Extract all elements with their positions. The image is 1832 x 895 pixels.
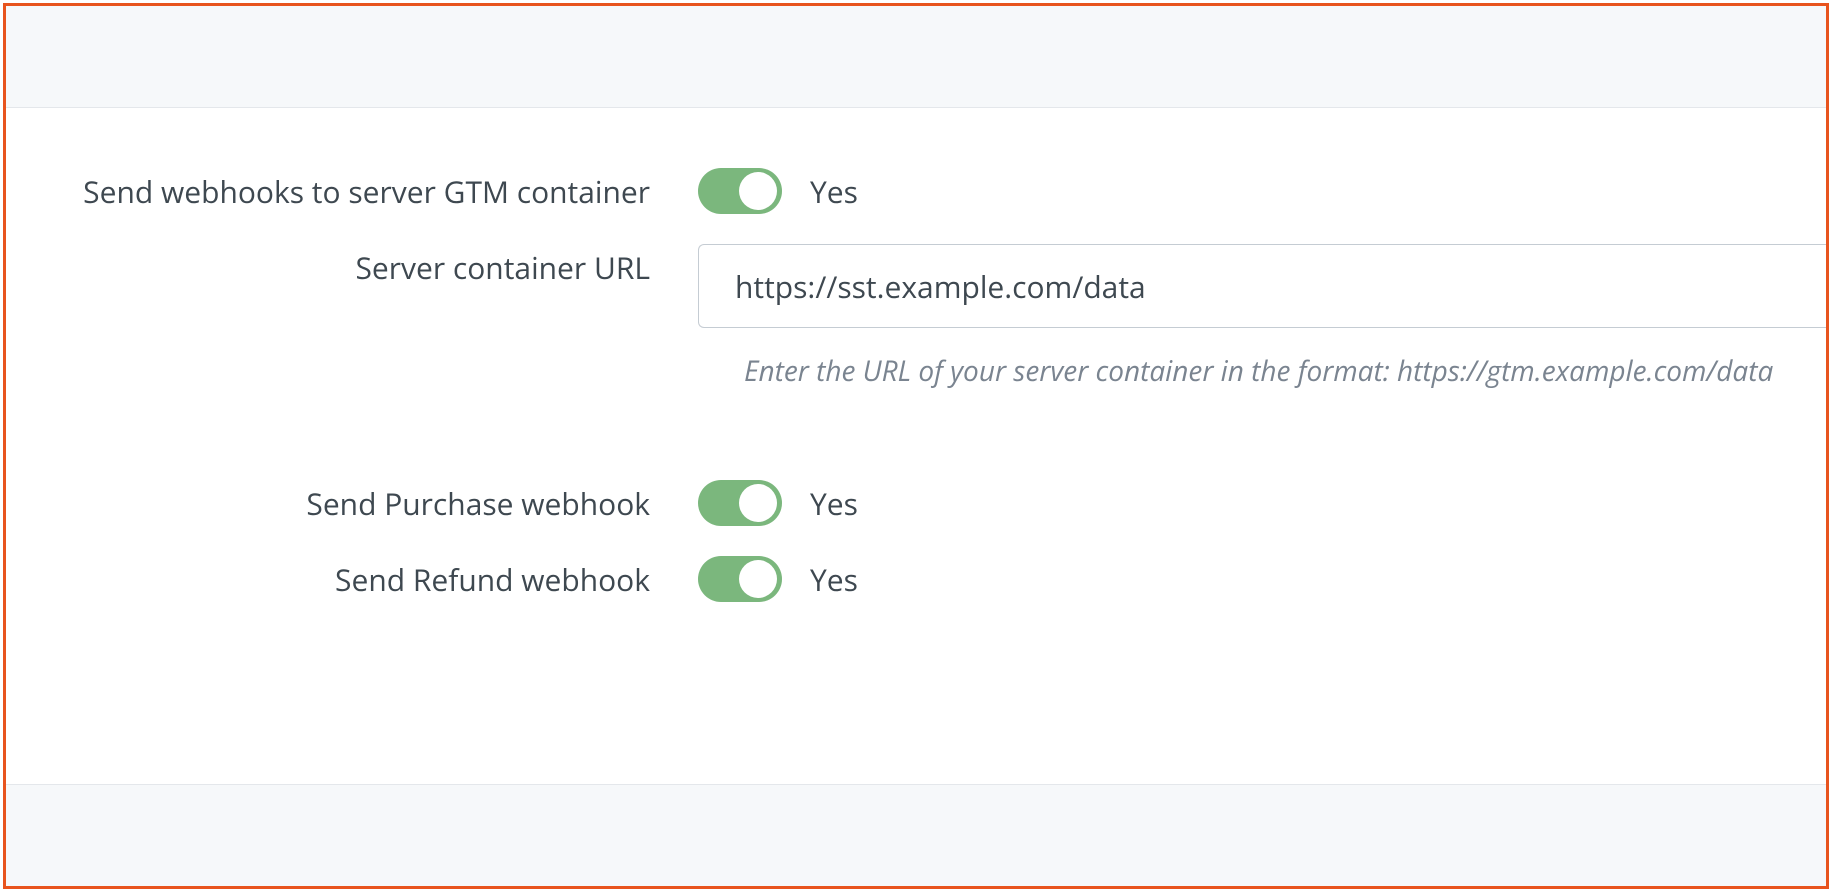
server-url-help-text: Enter the URL of your server container i…	[698, 336, 1826, 390]
toggle-knob	[739, 560, 777, 598]
send-webhooks-control: Yes	[698, 168, 1826, 214]
send-purchase-control: Yes	[698, 480, 1826, 526]
send-refund-label: Send Refund webhook	[6, 556, 698, 604]
send-purchase-label: Send Purchase webhook	[6, 480, 698, 528]
send-purchase-state: Yes	[810, 483, 858, 524]
settings-panel: Send webhooks to server GTM container Ye…	[3, 3, 1829, 889]
toggle-knob	[739, 484, 777, 522]
server-url-control	[698, 244, 1826, 328]
send-webhooks-label: Send webhooks to server GTM container	[6, 168, 698, 216]
send-webhooks-toggle[interactable]	[698, 168, 782, 214]
send-refund-control: Yes	[698, 556, 1826, 602]
panel-footer-bar	[6, 784, 1826, 886]
panel-content: Send webhooks to server GTM container Ye…	[6, 108, 1826, 784]
send-purchase-toggle[interactable]	[698, 480, 782, 526]
send-refund-toggle[interactable]	[698, 556, 782, 602]
send-refund-state: Yes	[810, 559, 858, 600]
server-url-row: Server container URL	[6, 244, 1826, 328]
server-url-help-row: Enter the URL of your server container i…	[6, 336, 1826, 390]
send-webhooks-row: Send webhooks to server GTM container Ye…	[6, 168, 1826, 216]
server-url-input[interactable]	[698, 244, 1826, 328]
send-webhooks-state: Yes	[810, 171, 858, 212]
send-refund-row: Send Refund webhook Yes	[6, 556, 1826, 604]
panel-header-bar	[6, 6, 1826, 108]
toggle-knob	[739, 172, 777, 210]
server-url-label: Server container URL	[6, 244, 698, 292]
send-purchase-row: Send Purchase webhook Yes	[6, 480, 1826, 528]
